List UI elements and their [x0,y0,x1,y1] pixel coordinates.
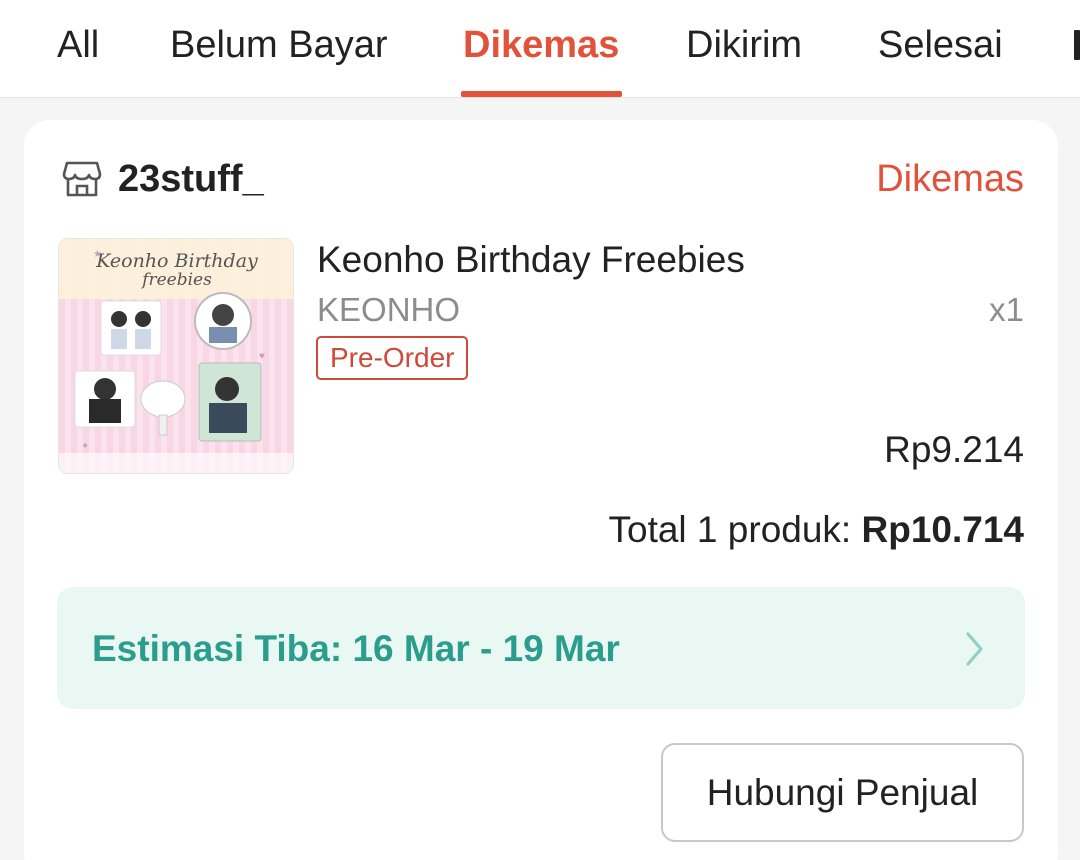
product-thumbnail[interactable]: Keonho Birthday freebies ★ ♥ ✦ [58,238,294,474]
chevron-right-icon [966,632,983,666]
svg-text:freebies: freebies [140,270,212,290]
svg-text:Keonho Birthday: Keonho Birthday [95,250,258,272]
product-thumbnail-image: Keonho Birthday freebies ★ ♥ ✦ [59,239,293,473]
order-status-label: Dikemas [876,158,1024,200]
svg-text:♥: ♥ [259,351,265,362]
shop-icon [62,161,102,197]
tab-belum-bayar[interactable]: Belum Bayar [170,20,388,70]
product-variant: KEONHO [317,291,461,328]
product-name[interactable]: Keonho Birthday Freebies [317,238,745,282]
tab-dikemas[interactable]: Dikemas [463,20,619,70]
tab-selesai[interactable]: Selesai [878,20,1003,70]
svg-text:★: ★ [93,249,102,260]
order-total-value: Rp10.714 [861,509,1025,550]
tab-dikirim[interactable]: Dikirim [686,20,802,70]
tab-overflow-indicator[interactable] [1074,30,1080,60]
pre-order-badge: Pre-Order [316,336,469,380]
order-total-label: Total 1 produk: [608,509,852,550]
estimated-arrival-text: Estimasi Tiba: 16 Mar - 19 Mar [92,628,620,669]
estimated-arrival-row[interactable]: Estimasi Tiba: 16 Mar - 19 Mar [57,587,1025,709]
order-status-tabbar: All Belum Bayar Dikemas Dikirim Selesai [0,0,1080,98]
svg-text:✦: ✦ [81,441,89,452]
order-total: Total 1 produk: Rp10.714 [609,508,1025,552]
product-price: Rp9.214 [884,429,1024,470]
shop-name[interactable]: 23stuff_ [118,157,264,201]
product-quantity: x1 [989,291,1024,328]
contact-seller-button[interactable]: Hubungi Penjual [661,743,1024,842]
active-tab-indicator [461,91,622,97]
tab-all[interactable]: All [57,20,99,70]
